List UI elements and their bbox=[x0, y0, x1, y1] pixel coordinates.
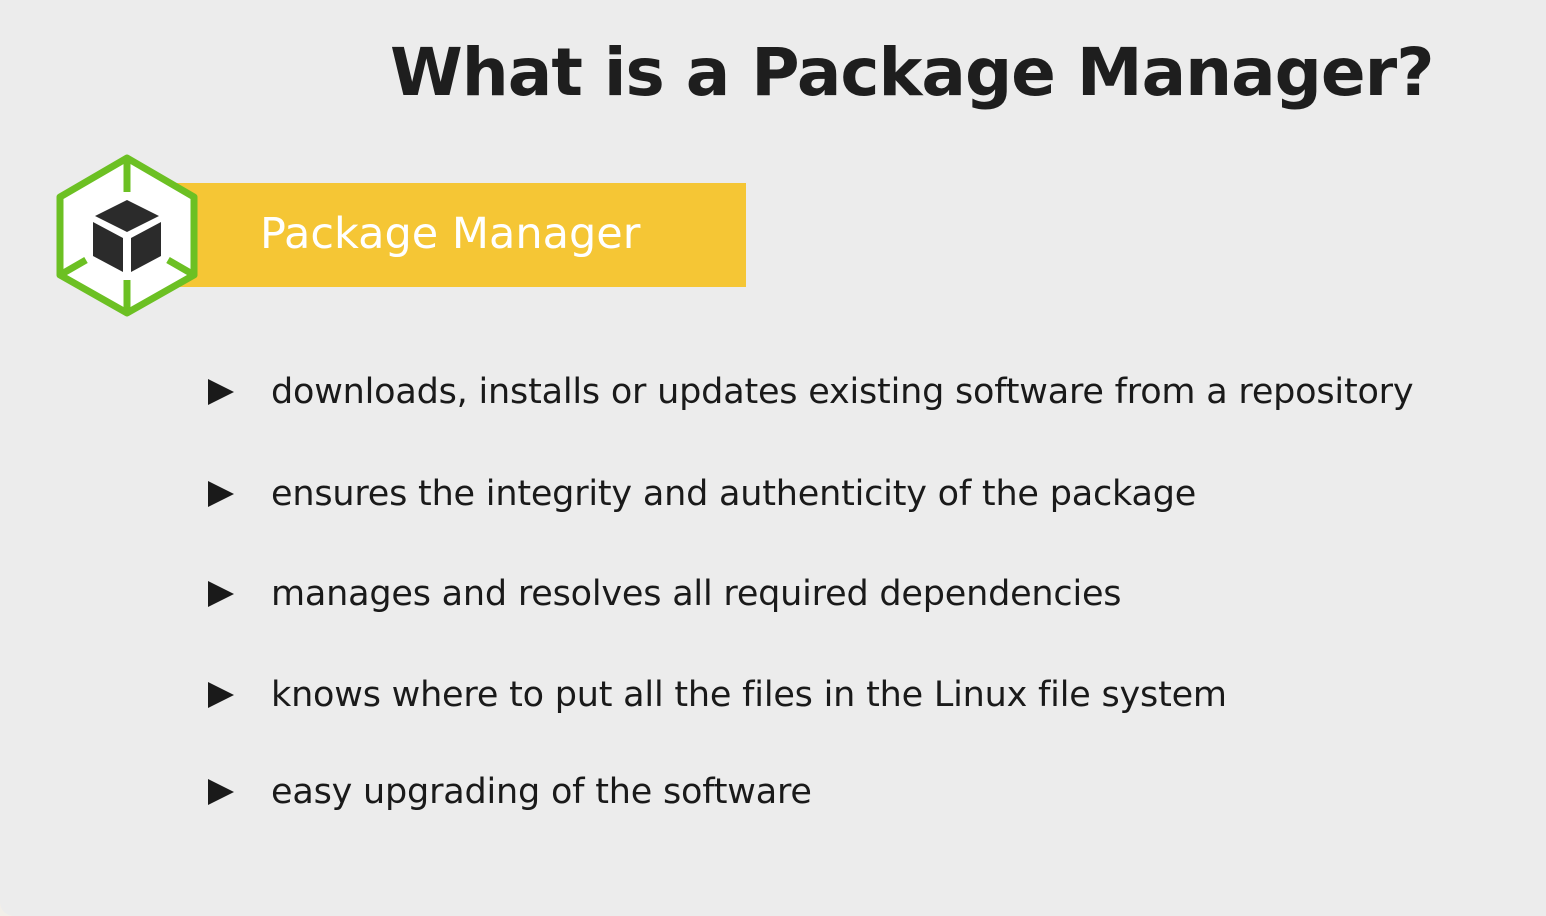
bullet-item: ensures the integrity and authenticity o… bbox=[208, 462, 1196, 526]
triangle-right-icon bbox=[208, 581, 234, 607]
slide-title: What is a Package Manager? bbox=[390, 34, 1435, 111]
slide: What is a Package Manager? Package Manag… bbox=[0, 0, 1546, 916]
bullet-text: downloads, installs or updates existing … bbox=[271, 372, 1414, 412]
bullet-text: manages and resolves all required depend… bbox=[271, 574, 1122, 614]
bullet-text: knows where to put all the files in the … bbox=[271, 675, 1227, 715]
bullet-text: easy upgrading of the software bbox=[271, 772, 812, 812]
triangle-right-icon bbox=[208, 779, 234, 805]
bullet-item: manages and resolves all required depend… bbox=[208, 562, 1122, 626]
banner-label: Package Manager bbox=[260, 209, 641, 259]
bullet-text: ensures the integrity and authenticity o… bbox=[271, 474, 1197, 514]
banner: Package Manager bbox=[150, 183, 746, 287]
bullet-item: knows where to put all the files in the … bbox=[208, 663, 1227, 727]
triangle-right-icon bbox=[208, 481, 234, 507]
triangle-right-icon bbox=[208, 682, 234, 708]
bullet-item: easy upgrading of the software bbox=[208, 760, 812, 824]
triangle-right-icon bbox=[208, 379, 234, 405]
package-cube-icon bbox=[52, 152, 202, 318]
bullet-item: downloads, installs or updates existing … bbox=[208, 360, 1414, 424]
